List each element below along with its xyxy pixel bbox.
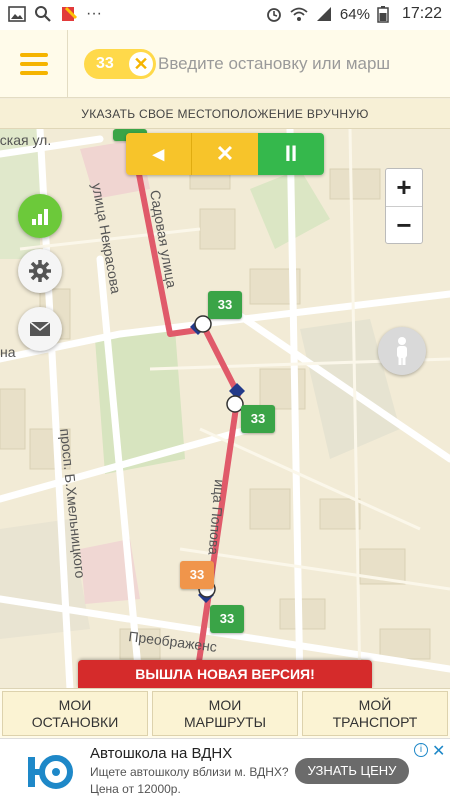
gallery-icon xyxy=(8,5,26,23)
search-box: 33 ✕ xyxy=(84,46,444,82)
set-location-manually-button[interactable]: УКАЗАТЬ СВОЕ МЕСТОПОЛОЖЕНИЕ ВРУЧНУЮ xyxy=(0,99,450,129)
ad-banner[interactable]: Автошкола на ВДНХ Ищете автошколу вблизи… xyxy=(0,738,450,800)
street-label: на xyxy=(0,344,16,360)
ad-close-icon[interactable]: ✕ xyxy=(432,741,445,761)
route-badge[interactable]: 33 xyxy=(241,405,275,433)
street-view-button[interactable] xyxy=(378,327,426,375)
my-transport-button[interactable]: МОЙ ТРАНСПОРТ xyxy=(302,691,448,736)
stop-button[interactable]: ✕ xyxy=(192,133,258,175)
pause-button[interactable]: II xyxy=(258,133,324,175)
signal-stats-button[interactable] xyxy=(18,194,62,238)
hamburger-line xyxy=(19,62,48,66)
my-routes-button[interactable]: МОИ МАРШРУТЫ xyxy=(152,691,298,736)
hamburger-line xyxy=(19,71,48,75)
my-stops-button[interactable]: МОИ ОСТАНОВКИ xyxy=(2,691,148,736)
battery-percent: 64% xyxy=(339,5,370,23)
person-icon xyxy=(397,337,407,365)
ad-price: Цена от 12000р. xyxy=(90,782,181,796)
settings-button[interactable] xyxy=(18,249,62,293)
zoom-control: + − xyxy=(385,168,423,244)
zoom-out-button[interactable]: − xyxy=(386,207,422,245)
remove-route-icon[interactable]: ✕ xyxy=(129,52,153,76)
signal-icon xyxy=(315,5,333,23)
street-label: еская ул. xyxy=(0,132,51,148)
hamburger-icon xyxy=(19,53,48,57)
ad-description: Ищете автошколу вблизи м. ВДНХ? xyxy=(90,765,289,779)
bottom-nav: МОИ ОСТАНОВКИ МОИ МАРШРУТЫ МОЙ ТРАНСПОРТ xyxy=(0,688,450,738)
bar-chart-icon xyxy=(32,209,48,225)
status-bar: ··· 64% 17:22 xyxy=(0,0,450,30)
route-badge[interactable]: 33 xyxy=(208,291,242,319)
zoom-in-button[interactable]: + xyxy=(386,169,422,207)
new-version-banner[interactable]: ВЫШЛА НОВАЯ ВЕРСИЯ! xyxy=(78,660,372,688)
search-input[interactable] xyxy=(158,48,404,80)
app-notification-icon xyxy=(60,5,78,23)
ad-cta-button[interactable]: УЗНАТЬ ЦЕНУ xyxy=(295,758,409,784)
ad-info-icon[interactable]: i xyxy=(414,743,428,757)
app-header: 33 ✕ xyxy=(0,30,450,98)
route-badge[interactable]: 33 xyxy=(210,605,244,633)
alarm-icon xyxy=(265,5,283,23)
map-view[interactable]: еская ул. улица Некрасова Садовая улица … xyxy=(0,129,450,689)
gear-icon xyxy=(29,260,51,282)
feedback-button[interactable] xyxy=(18,307,62,351)
wifi-icon xyxy=(290,5,308,23)
more-notifications-icon: ··· xyxy=(86,5,102,22)
route-number: 33 xyxy=(96,55,114,72)
mail-icon xyxy=(29,321,51,336)
menu-button[interactable] xyxy=(0,30,68,98)
ad-title: Автошкола на ВДНХ xyxy=(90,745,233,762)
playback-controls: ◂ ✕ II xyxy=(126,133,324,175)
selected-route-chip[interactable]: 33 ✕ xyxy=(84,49,156,79)
search-icon xyxy=(34,5,52,23)
ad-logo-icon xyxy=(28,755,73,789)
back-button[interactable]: ◂ xyxy=(126,133,192,175)
route-badge[interactable]: 33 xyxy=(180,561,214,589)
battery-icon xyxy=(377,5,395,23)
clock: 17:22 xyxy=(401,5,442,22)
